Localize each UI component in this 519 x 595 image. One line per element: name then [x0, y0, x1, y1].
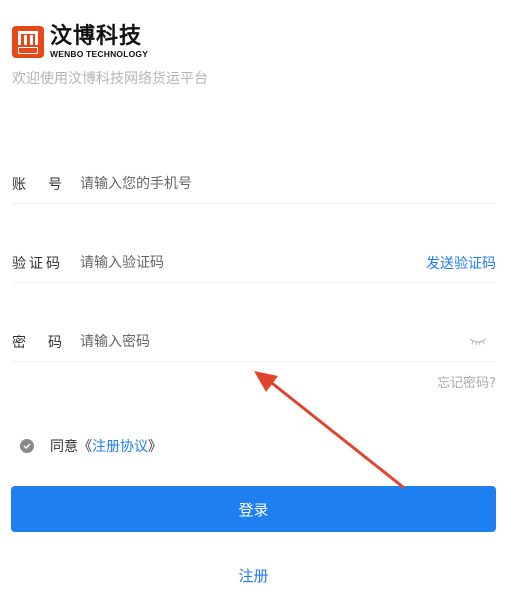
- code-input[interactable]: [80, 244, 426, 281]
- code-label: 验证码: [12, 255, 63, 272]
- password-label: 密码: [12, 334, 84, 351]
- check-circle-icon[interactable]: [20, 439, 34, 453]
- send-code-button[interactable]: 发送验证码: [426, 253, 496, 273]
- welcome-text: 欢迎使用汶博科技网络货运平台: [12, 71, 208, 87]
- agreement-prefix: 同意《: [50, 439, 92, 455]
- phone-input[interactable]: [80, 165, 496, 202]
- code-row: 验证码 发送验证码: [12, 243, 496, 283]
- account-label: 账号: [12, 176, 84, 193]
- brand-logo-icon: [12, 26, 44, 58]
- brand-logo: 汶博科技 WENBO TECHNOLOGY: [12, 23, 149, 59]
- register-link[interactable]: 注册: [0, 565, 507, 586]
- password-row: 密码: [12, 322, 496, 362]
- brand-name-en: WENBO TECHNOLOGY: [50, 48, 149, 59]
- account-row: 账号: [12, 164, 496, 204]
- password-input[interactable]: [80, 323, 468, 360]
- login-button[interactable]: 登录: [11, 486, 496, 532]
- eye-closed-icon[interactable]: [468, 336, 488, 348]
- agreement-row: 同意《 注册协议 》: [20, 436, 162, 456]
- agreement-link[interactable]: 注册协议: [92, 436, 148, 456]
- brand-name-cn: 汶博科技: [50, 23, 143, 49]
- agreement-suffix: 》: [148, 439, 162, 455]
- forgot-password-link[interactable]: 忘记密码?: [437, 372, 496, 391]
